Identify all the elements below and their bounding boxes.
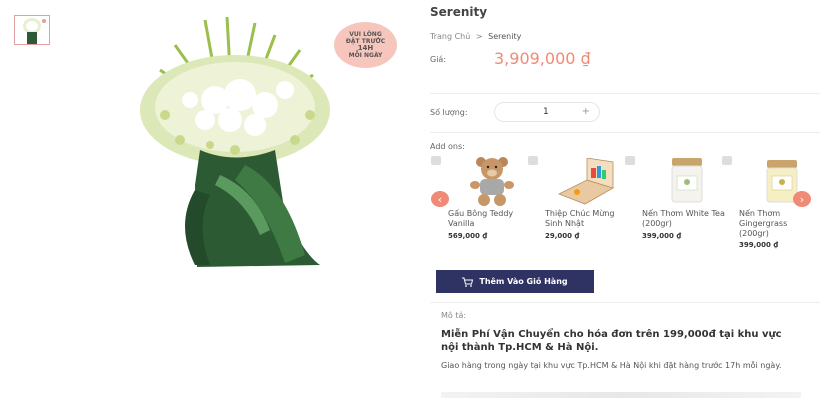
- quantity-plus-button[interactable]: +: [582, 106, 590, 117]
- breadcrumb-home[interactable]: Trang Chủ: [430, 32, 470, 41]
- quantity-value[interactable]: 1: [543, 107, 549, 117]
- addon-checkbox[interactable]: [431, 156, 441, 165]
- quantity-label: Số lượng:: [430, 108, 468, 117]
- addon-checkbox[interactable]: [722, 156, 732, 165]
- addon-name: Gấu Bông Teddy Vanilla: [448, 209, 514, 228]
- addons-next-button[interactable]: ›: [793, 191, 811, 207]
- divider: [430, 132, 820, 133]
- greeting-card-icon: [558, 158, 615, 205]
- teddy-bear-icon: [470, 157, 514, 206]
- addon-price: 399,000 ₫: [739, 241, 779, 249]
- price-label: Giá:: [430, 55, 447, 64]
- addon-price: 29,000 ₫: [545, 232, 580, 240]
- description-fade: [441, 392, 801, 398]
- addon-price: 569,000 ₫: [448, 232, 488, 240]
- description-heading: Miễn Phí Vận Chuyển cho hóa đơn trên 199…: [441, 329, 782, 353]
- product-title: Serenity: [430, 5, 488, 19]
- badge-line-1: VUI LÒNG: [349, 31, 382, 38]
- quantity-stepper[interactable]: 1 +: [494, 102, 600, 122]
- breadcrumb-current: Serenity: [488, 32, 522, 41]
- divider: [430, 93, 820, 94]
- cart-icon: [462, 277, 474, 287]
- add-to-cart-label: Thêm Vào Giỏ Hàng: [479, 277, 568, 286]
- product-thumbnail[interactable]: [14, 15, 50, 45]
- add-to-cart-button[interactable]: Thêm Vào Giỏ Hàng: [436, 270, 594, 293]
- divider: [430, 302, 820, 303]
- addon-checkbox[interactable]: [528, 156, 538, 165]
- addons-prev-button[interactable]: ‹: [431, 191, 449, 207]
- addons-label: Add ons:: [430, 142, 465, 151]
- addon-name: Nến Thơm White Tea (200gr): [642, 209, 725, 228]
- breadcrumb-separator: >: [475, 32, 483, 41]
- description-label: Mô tả:: [441, 311, 467, 320]
- breadcrumb: Trang Chủ > Serenity: [430, 32, 521, 41]
- badge-line-4: MỖI NGÀY: [348, 52, 383, 59]
- addon-price: 399,000 ₫: [642, 232, 682, 240]
- flower-stand-thumb-icon: [23, 18, 46, 44]
- candle-icon: [671, 158, 703, 203]
- addon-name: Thiệp Chúc Mừng Sinh Nhật: [545, 209, 615, 228]
- preorder-badge: VUI LÒNG ĐẶT TRƯỚC 14H MỖI NGÀY: [334, 22, 397, 68]
- addon-checkbox[interactable]: [625, 156, 635, 165]
- chevron-left-icon: ‹: [437, 192, 443, 206]
- description-body: Giao hàng trong ngày tại khu vực Tp.HCM …: [441, 361, 782, 370]
- chevron-right-icon: ›: [799, 192, 805, 206]
- flower-stand-image: [140, 16, 330, 267]
- badge-line-3: 14H: [357, 44, 374, 52]
- product-image: [135, 15, 335, 273]
- product-price: 3,909,000 ₫: [494, 49, 591, 68]
- addon-name: Nến Thơm Gingergrass (200gr): [739, 209, 788, 238]
